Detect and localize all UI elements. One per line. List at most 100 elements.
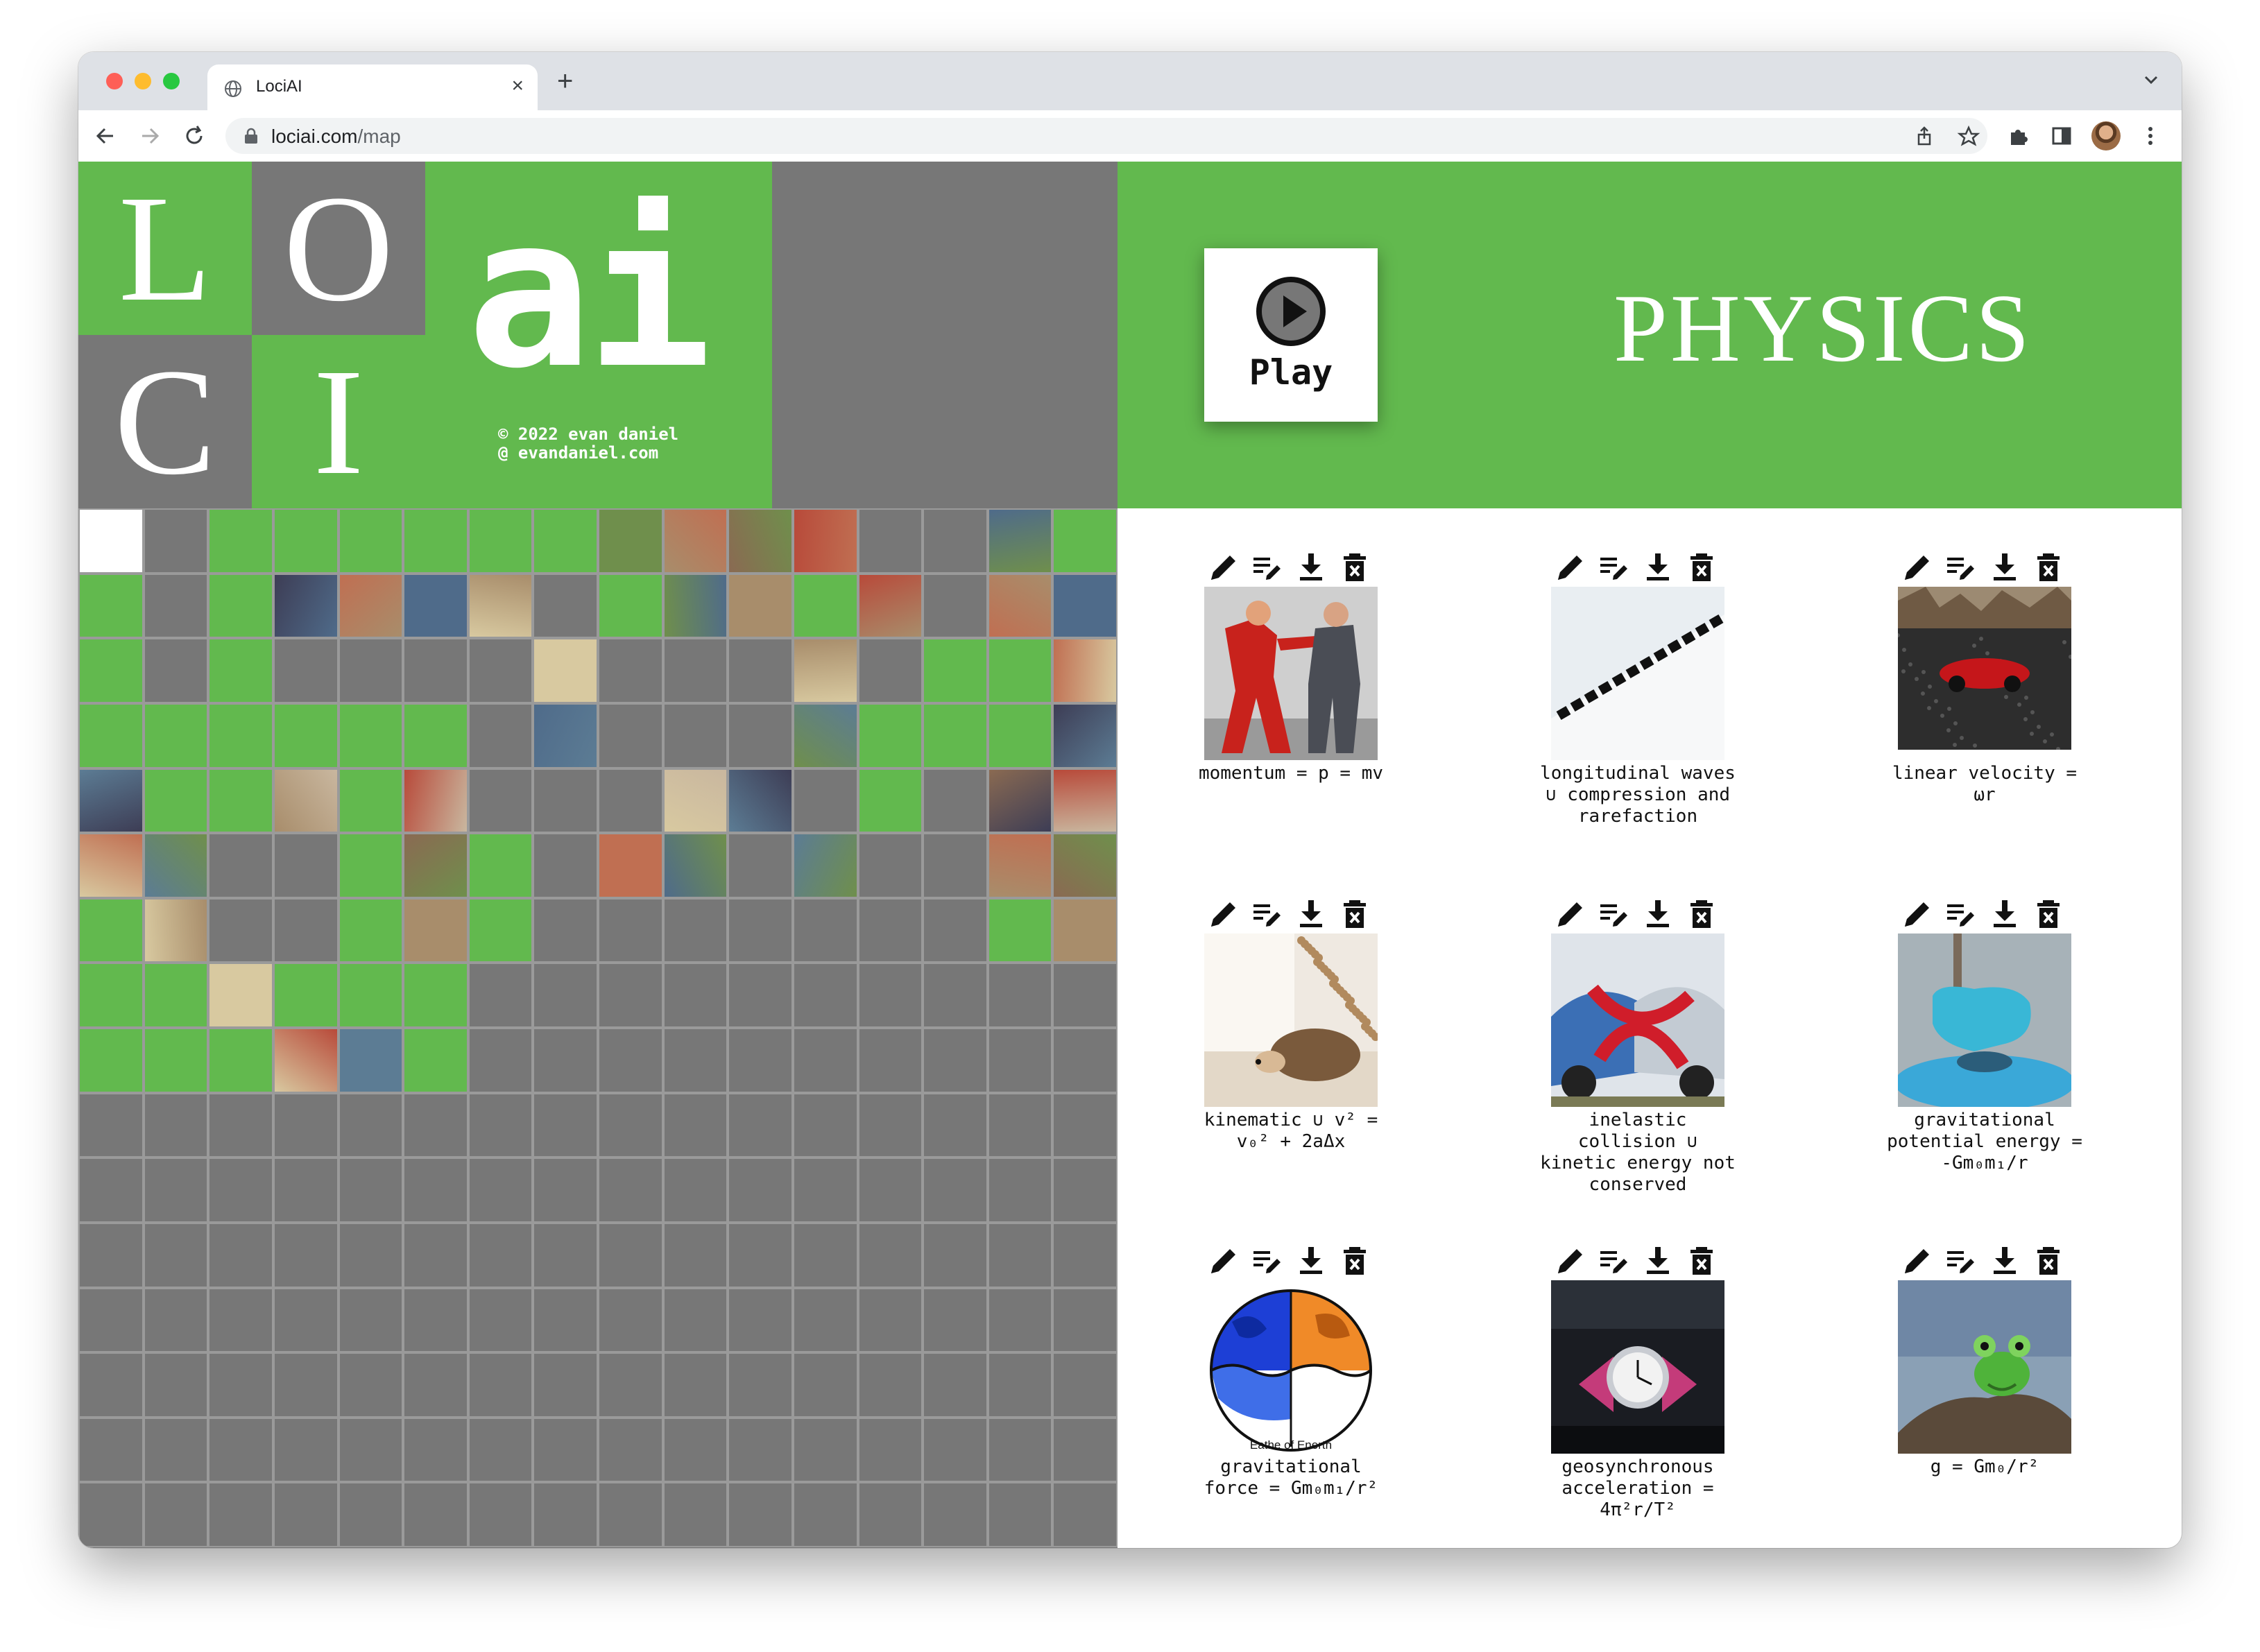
map-cell-empty[interactable] [78, 1158, 144, 1223]
map-cell-empty[interactable] [662, 1287, 728, 1353]
map-cell-filled[interactable] [208, 573, 273, 639]
map-cell-empty[interactable] [728, 1417, 793, 1483]
map-cell-empty[interactable] [208, 897, 273, 963]
map-cell-filled[interactable] [143, 768, 209, 834]
map-cell-empty[interactable] [728, 833, 793, 898]
edit-list-icon[interactable] [1944, 1244, 1978, 1277]
edit-list-icon[interactable] [1598, 1244, 1631, 1277]
map-cell-empty[interactable] [208, 1287, 273, 1353]
map-cell-empty[interactable] [792, 1417, 858, 1483]
map-cell-empty[interactable] [468, 703, 533, 768]
map-cell-empty[interactable] [468, 1222, 533, 1288]
map-cell-empty[interactable] [598, 703, 663, 768]
map-cell-empty[interactable] [598, 1028, 663, 1093]
map-cell-empty[interactable] [598, 768, 663, 834]
map-cell-empty[interactable] [987, 1352, 1053, 1418]
map-cell-empty[interactable] [78, 1482, 144, 1547]
map-cell-empty[interactable] [792, 1352, 858, 1418]
map-cell-empty[interactable] [857, 897, 923, 963]
map-cell-empty[interactable] [468, 1287, 533, 1353]
map-cell-filled[interactable] [208, 703, 273, 768]
map-cell-empty[interactable] [533, 1222, 598, 1288]
map-cell-empty[interactable] [923, 1092, 988, 1158]
map-cell-empty[interactable] [728, 1028, 793, 1093]
edit-list-icon[interactable] [1598, 551, 1631, 584]
map-cell-empty[interactable] [533, 1092, 598, 1158]
pencil-icon[interactable] [1554, 897, 1587, 931]
map-cell-empty[interactable] [923, 897, 988, 963]
map-cell-image[interactable] [338, 1028, 404, 1093]
map-cell-image[interactable] [728, 573, 793, 639]
tab-close-icon[interactable]: × [511, 74, 524, 98]
map-cell-empty[interactable] [792, 1092, 858, 1158]
map-cell-filled[interactable] [987, 897, 1053, 963]
map-cell-empty[interactable] [728, 1158, 793, 1223]
map-cell-empty[interactable] [338, 638, 404, 703]
map-cell-empty[interactable] [143, 1482, 209, 1547]
map-cell-empty[interactable] [857, 1092, 923, 1158]
map-cell-empty[interactable] [273, 1287, 339, 1353]
download-icon[interactable] [1641, 897, 1675, 931]
map-cell-empty[interactable] [923, 963, 988, 1028]
forward-arrow-icon[interactable] [137, 123, 163, 149]
edit-list-icon[interactable] [1251, 551, 1284, 584]
map-cell-empty[interactable] [403, 1287, 468, 1353]
pencil-icon[interactable] [1901, 1244, 1934, 1277]
map-cell-empty[interactable] [728, 1092, 793, 1158]
map-cell-empty[interactable] [468, 768, 533, 834]
download-icon[interactable] [1988, 1244, 2021, 1277]
map-cell-empty[interactable] [338, 1092, 404, 1158]
map-cell-filled[interactable] [78, 897, 144, 963]
map-cell-empty[interactable] [338, 1482, 404, 1547]
card-image[interactable] [1551, 933, 1724, 1107]
map-cell-image[interactable] [403, 768, 468, 834]
map-cell-image[interactable] [143, 897, 209, 963]
map-cell-empty[interactable] [792, 963, 858, 1028]
map-cell-empty[interactable] [662, 963, 728, 1028]
delete-icon[interactable] [1338, 551, 1371, 584]
edit-list-icon[interactable] [1944, 897, 1978, 931]
map-cell-filled[interactable] [78, 963, 144, 1028]
delete-icon[interactable] [1685, 1244, 1718, 1277]
map-cell-empty[interactable] [403, 1158, 468, 1223]
map-cell-empty[interactable] [273, 1482, 339, 1547]
pencil-icon[interactable] [1554, 1244, 1587, 1277]
map-cell-empty[interactable] [468, 963, 533, 1028]
edit-list-icon[interactable] [1251, 1244, 1284, 1277]
map-cell-filled[interactable] [78, 1028, 144, 1093]
map-cell-image[interactable] [338, 573, 404, 639]
delete-icon[interactable] [1338, 1244, 1371, 1277]
map-cell-empty[interactable] [857, 833, 923, 898]
map-cell-image[interactable] [1052, 573, 1118, 639]
map-cell-filled[interactable] [923, 703, 988, 768]
map-cell-image[interactable] [792, 638, 858, 703]
map-cell-empty[interactable] [598, 897, 663, 963]
map-cell-filled[interactable] [598, 573, 663, 639]
browser-tab[interactable]: LociAI × [207, 64, 538, 110]
map-cell-empty[interactable] [208, 1092, 273, 1158]
map-cell-image[interactable] [403, 897, 468, 963]
chevron-down-icon[interactable] [2141, 70, 2161, 89]
map-cell-filled[interactable] [533, 508, 598, 574]
map-cell-empty[interactable] [857, 1158, 923, 1223]
map-cell-filled[interactable] [208, 508, 273, 574]
map-cell-empty[interactable] [598, 1092, 663, 1158]
map-cell-empty[interactable] [78, 1222, 144, 1288]
delete-icon[interactable] [1685, 551, 1718, 584]
map-cell-empty[interactable] [78, 1287, 144, 1353]
map-cell-empty[interactable] [143, 1417, 209, 1483]
delete-icon[interactable] [2032, 1244, 2065, 1277]
map-cell-image[interactable] [273, 768, 339, 834]
card-image[interactable] [1204, 933, 1378, 1107]
map-cell-empty[interactable] [792, 1482, 858, 1547]
map-cell-empty[interactable] [728, 1222, 793, 1288]
map-cell-empty[interactable] [857, 508, 923, 574]
map-cell-empty[interactable] [662, 897, 728, 963]
map-cell-filled[interactable] [468, 897, 533, 963]
map-cell-image[interactable] [273, 573, 339, 639]
map-cell-empty[interactable] [598, 1482, 663, 1547]
map-cell-empty[interactable] [598, 963, 663, 1028]
map-cell-filled[interactable] [468, 508, 533, 574]
map-cell-filled[interactable] [403, 1028, 468, 1093]
map-cell-image[interactable] [403, 833, 468, 898]
